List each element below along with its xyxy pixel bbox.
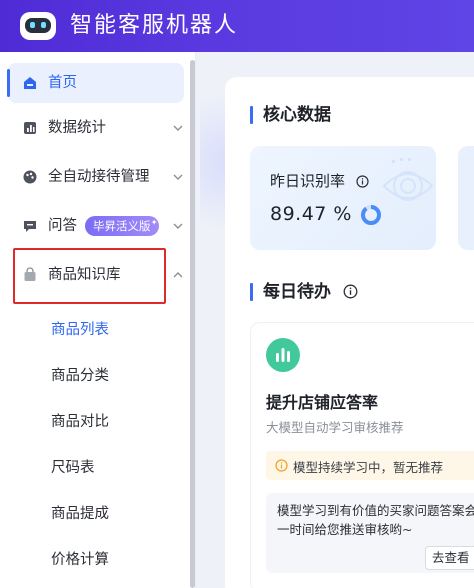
stat-label: 昨日识别率	[270, 170, 369, 191]
sub-item-product-compare[interactable]: 商品对比	[51, 411, 109, 433]
chevron-down-icon	[173, 174, 183, 180]
app-header: 智能客服机器人	[0, 0, 474, 52]
chart-bar-icon	[24, 122, 36, 134]
sub-item-product-commission[interactable]: 商品提成	[51, 503, 109, 525]
stat-value: 89.47 %	[270, 203, 352, 225]
bar-chart-icon	[266, 338, 300, 372]
robot-logo-icon	[20, 12, 56, 40]
notice-bar: 模型持续学习中，暂无推荐	[266, 451, 474, 480]
todo-title: 提升店铺应答率	[266, 393, 379, 412]
todo-description: 大模型自动学习审核推荐	[266, 420, 404, 435]
sidebar-item-label: 全自动接待管理	[48, 169, 150, 185]
home-icon	[24, 77, 36, 89]
core-data-title: 核心数据	[263, 105, 331, 125]
sub-item-product-category[interactable]: 商品分类	[51, 365, 109, 387]
chevron-down-icon	[173, 223, 183, 229]
sidebar-item-auto-reception[interactable]: 全自动接待管理	[8, 157, 184, 197]
sidebar-item-statistics[interactable]: 数据统计	[8, 108, 184, 148]
decorative-eye-icon	[382, 158, 434, 201]
sparkle-icon: ✦	[150, 218, 158, 227]
sidebar-item-home[interactable]: 首页	[7, 63, 184, 103]
chevron-down-icon	[173, 125, 183, 131]
message-text: 模型学习到有价值的买家问题答案会 一时间给您推送审核哟~	[277, 503, 474, 537]
version-badge: 毕昇活义版 ✦	[85, 216, 159, 236]
sidebar-item-label: 问答	[48, 218, 77, 234]
sidebar-item-label: 数据统计	[48, 120, 106, 136]
highlight-annotation	[13, 248, 166, 304]
info-warning-icon	[275, 459, 288, 472]
sidebar-scrollbar[interactable]	[190, 60, 195, 588]
palette-icon	[23, 170, 37, 184]
sidebar-item-label: 首页	[48, 75, 77, 91]
section-marker	[250, 106, 253, 124]
sub-item-price-calculation[interactable]: 价格计算	[51, 549, 109, 571]
sub-item-product-list[interactable]: 商品列表	[51, 319, 109, 341]
stat-card-recognition: 昨日识别率 89.47 %	[250, 146, 436, 250]
notice-text: 模型持续学习中，暂无推荐	[293, 460, 444, 475]
sidebar-item-qa[interactable]: 问答 毕昇活义版 ✦	[8, 206, 184, 246]
info-icon[interactable]	[343, 284, 358, 299]
info-icon[interactable]	[356, 175, 369, 188]
stat-card-next	[458, 146, 474, 250]
chat-icon	[24, 221, 36, 232]
section-marker	[250, 283, 253, 301]
chevron-up-icon	[173, 272, 183, 278]
view-button[interactable]: 去查看	[425, 546, 474, 570]
sub-item-size-chart[interactable]: 尺码表	[51, 457, 95, 479]
daily-todo-title: 每日待办	[263, 280, 358, 304]
app-title: 智能客服机器人	[70, 13, 239, 38]
